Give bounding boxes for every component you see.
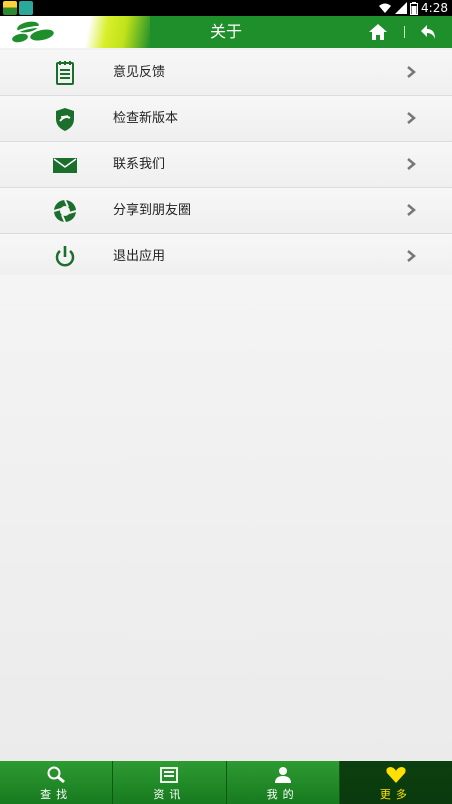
battery-icon <box>410 1 419 15</box>
tab-more[interactable]: 更多 <box>339 761 452 804</box>
header-divider <box>404 26 405 38</box>
empty-content-area <box>0 275 452 761</box>
menu-item-exit[interactable]: 退出应用 <box>0 234 452 280</box>
chevron-right-icon <box>407 158 416 170</box>
chevron-right-icon <box>407 112 416 124</box>
back-icon[interactable] <box>418 21 440 43</box>
tab-label: 资讯 <box>153 788 186 801</box>
heart-icon <box>386 767 406 783</box>
menu-item-share[interactable]: 分享到朋友圈 <box>0 188 452 234</box>
notification-app-icon <box>3 1 17 15</box>
tab-news[interactable]: 资讯 <box>113 761 227 804</box>
menu-item-feedback[interactable]: 意见反馈 <box>0 50 452 96</box>
tab-label: 更多 <box>379 788 412 801</box>
clock: 4:28 <box>421 1 448 15</box>
menu-item-check-update[interactable]: 检查新版本 <box>0 96 452 142</box>
camera-shutter-icon <box>53 199 77 223</box>
signal-icon <box>395 2 408 14</box>
feedback-notepad-icon <box>56 61 74 85</box>
news-icon <box>160 767 179 783</box>
shield-update-icon <box>56 108 74 131</box>
chevron-right-icon <box>407 204 416 216</box>
envelope-icon <box>53 158 77 173</box>
wifi-icon <box>379 3 392 13</box>
tab-search[interactable]: 查找 <box>0 761 114 804</box>
menu-item-label: 分享到朋友圈 <box>113 203 192 218</box>
title-bar: 关于 <box>0 16 452 48</box>
menu-item-label: 退出应用 <box>113 249 166 264</box>
chevron-right-icon <box>407 250 416 262</box>
status-bar: 4:28 <box>0 0 452 16</box>
home-icon[interactable] <box>367 21 389 43</box>
power-icon <box>55 246 75 267</box>
tab-label: 查找 <box>40 788 73 801</box>
settings-menu: 意见反馈 检查新版本 联系我们 分享到朋友圈 退出应用 <box>0 50 452 280</box>
menu-item-label: 检查新版本 <box>113 111 179 126</box>
tab-mine[interactable]: 我的 <box>227 761 340 804</box>
user-icon <box>274 767 291 783</box>
menu-item-label: 意见反馈 <box>113 65 166 80</box>
menu-item-contact[interactable]: 联系我们 <box>0 142 452 188</box>
menu-item-label: 联系我们 <box>113 157 166 172</box>
notification-camera-icon <box>19 1 33 15</box>
search-icon <box>47 766 66 784</box>
bottom-tab-bar: 查找 资讯 我的 更多 <box>0 761 452 804</box>
tab-label: 我的 <box>266 788 299 801</box>
chevron-right-icon <box>407 66 416 78</box>
